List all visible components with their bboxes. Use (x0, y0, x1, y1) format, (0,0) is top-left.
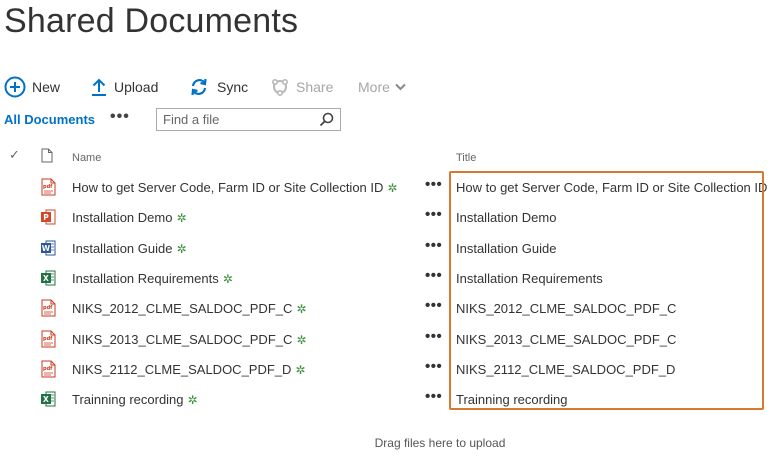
file-name-text: Installation Requirements (72, 270, 219, 286)
svg-text:pdf: pdf (43, 305, 53, 311)
file-title: NIKS_2112_CLME_SALDOC_PDF_D (456, 361, 676, 377)
file-title: Installation Demo (456, 210, 557, 226)
new-item-icon: ✲ (176, 211, 187, 226)
share-button-label: Share (296, 79, 334, 95)
file-name-link[interactable]: Installation Guide ✲ (72, 241, 187, 256)
powerpoint-file-icon: P (40, 208, 57, 226)
find-file-input[interactable] (157, 109, 312, 130)
excel-file-icon: X (40, 269, 57, 287)
table-row[interactable]: P Installation Demo ✲ ••• Installation De… (0, 202, 774, 232)
svg-text:X: X (43, 395, 49, 404)
svg-text:P: P (43, 213, 49, 222)
file-title: NIKS_2012_CLME_SALDOC_PDF_C (456, 301, 677, 317)
pdf-file-icon: pdf (40, 330, 57, 348)
table-row[interactable]: X Trainning recording ✲ ••• Trainning rec… (0, 384, 774, 414)
upload-button[interactable]: Upload (90, 72, 158, 102)
svg-text:W: W (42, 244, 51, 253)
file-title: NIKS_2013_CLME_SALDOC_PDF_C (456, 331, 677, 347)
more-button[interactable]: More (358, 72, 406, 102)
view-switcher: All Documents ••• (4, 108, 344, 132)
file-title: Installation Requirements (456, 270, 603, 286)
share-button[interactable]: Share (270, 72, 333, 102)
select-all-checkmark[interactable]: ✓ (9, 147, 20, 163)
chevron-down-icon (395, 83, 406, 91)
file-name-link[interactable]: Trainning recording ✲ (72, 392, 198, 407)
file-name-link[interactable]: NIKS_2112_CLME_SALDOC_PDF_D ✲ (72, 362, 305, 377)
new-item-icon: ✲ (387, 181, 398, 195)
file-name-text: Installation Demo (72, 210, 173, 226)
column-header-title[interactable]: Title (456, 152, 476, 164)
list-header: ✓ Name Title (0, 145, 774, 169)
svg-text:pdf: pdf (43, 184, 53, 190)
table-row[interactable]: pdf NIKS_2112_CLME_SALDOC_PDF_D ✲ ••• NIK… (0, 354, 774, 384)
file-title: Installation Guide (456, 240, 557, 256)
new-button[interactable]: New (4, 72, 60, 102)
excel-file-icon: X (40, 390, 57, 408)
table-row[interactable]: W Installation Guide ✲ ••• Installation G… (0, 233, 774, 263)
file-name-link[interactable]: NIKS_2012_CLME_SALDOC_PDF_C ✲ (72, 301, 306, 316)
row-menu-ellipsis[interactable]: ••• (425, 358, 442, 375)
row-menu-ellipsis[interactable]: ••• (425, 176, 442, 193)
new-item-icon: ✲ (296, 332, 307, 347)
find-file-search-box (156, 108, 341, 131)
pdf-file-icon: pdf (40, 299, 57, 317)
file-name-link[interactable]: NIKS_2013_CLME_SALDOC_PDF_C ✲ (72, 332, 306, 347)
new-item-icon: ✲ (187, 393, 198, 408)
page-title: Shared Documents (4, 2, 299, 40)
new-item-icon: ✲ (295, 362, 306, 377)
svg-text:pdf: pdf (43, 336, 53, 342)
all-documents-view-link[interactable]: All Documents (4, 112, 95, 127)
file-name-link[interactable]: Installation Requirements ✲ (72, 271, 233, 286)
file-name-link[interactable]: Installation Demo ✲ (72, 210, 187, 225)
new-item-icon: ✲ (222, 271, 233, 286)
row-menu-ellipsis[interactable]: ••• (425, 237, 442, 254)
pdf-file-icon: pdf (40, 178, 57, 196)
word-file-icon: W (40, 239, 57, 257)
more-button-label: More (358, 79, 390, 95)
search-icon[interactable] (319, 112, 334, 132)
sync-button[interactable]: Sync (189, 72, 248, 102)
file-name-text: NIKS_2013_CLME_SALDOC_PDF_C (72, 331, 293, 347)
table-row[interactable]: pdf NIKS_2012_CLME_SALDOC_PDF_C ✲ ••• NIK… (0, 293, 774, 323)
file-name-text: Trainning recording (72, 392, 184, 408)
pdf-file-icon: pdf (40, 360, 57, 378)
file-name-text: NIKS_2112_CLME_SALDOC_PDF_D (72, 361, 292, 377)
plus-circle-icon (4, 76, 26, 98)
svg-text:X: X (43, 274, 49, 283)
row-menu-ellipsis[interactable]: ••• (425, 388, 442, 405)
file-name-text: How to get Server Code, Farm ID or Site … (72, 180, 384, 195)
file-name-text: Installation Guide (72, 240, 173, 256)
command-bar: New Upload Sync Share More (4, 72, 604, 102)
view-options-ellipsis[interactable]: ••• (110, 108, 130, 126)
new-item-icon: ✲ (176, 241, 187, 256)
file-name-text: NIKS_2012_CLME_SALDOC_PDF_C (72, 301, 293, 317)
row-menu-ellipsis[interactable]: ••• (425, 206, 442, 223)
sync-icon (189, 77, 209, 97)
svg-text:pdf: pdf (43, 366, 53, 372)
drag-files-hint: Drag files here to upload (374, 436, 506, 450)
table-row[interactable]: pdf How to get Server Code, Farm ID or S… (0, 172, 774, 202)
table-row[interactable]: pdf NIKS_2013_CLME_SALDOC_PDF_C ✲ ••• NIK… (0, 324, 774, 354)
column-header-name[interactable]: Name (72, 152, 101, 164)
file-name-link[interactable]: How to get Server Code, Farm ID or Site … (72, 180, 397, 195)
file-title: Trainning recording (456, 392, 568, 408)
table-row[interactable]: X Installation Requirements ✲ ••• Install… (0, 263, 774, 293)
new-item-icon: ✲ (296, 302, 307, 317)
new-button-label: New (32, 79, 61, 95)
file-title: How to get Server Code, Farm ID or Site … (456, 180, 768, 195)
share-icon (270, 77, 290, 97)
document-type-icon[interactable] (41, 148, 53, 168)
upload-arrow-icon (90, 77, 108, 97)
row-menu-ellipsis[interactable]: ••• (425, 328, 442, 345)
sync-button-label: Sync (217, 79, 249, 95)
row-menu-ellipsis[interactable]: ••• (425, 297, 442, 314)
upload-button-label: Upload (114, 79, 159, 95)
row-menu-ellipsis[interactable]: ••• (425, 267, 442, 284)
